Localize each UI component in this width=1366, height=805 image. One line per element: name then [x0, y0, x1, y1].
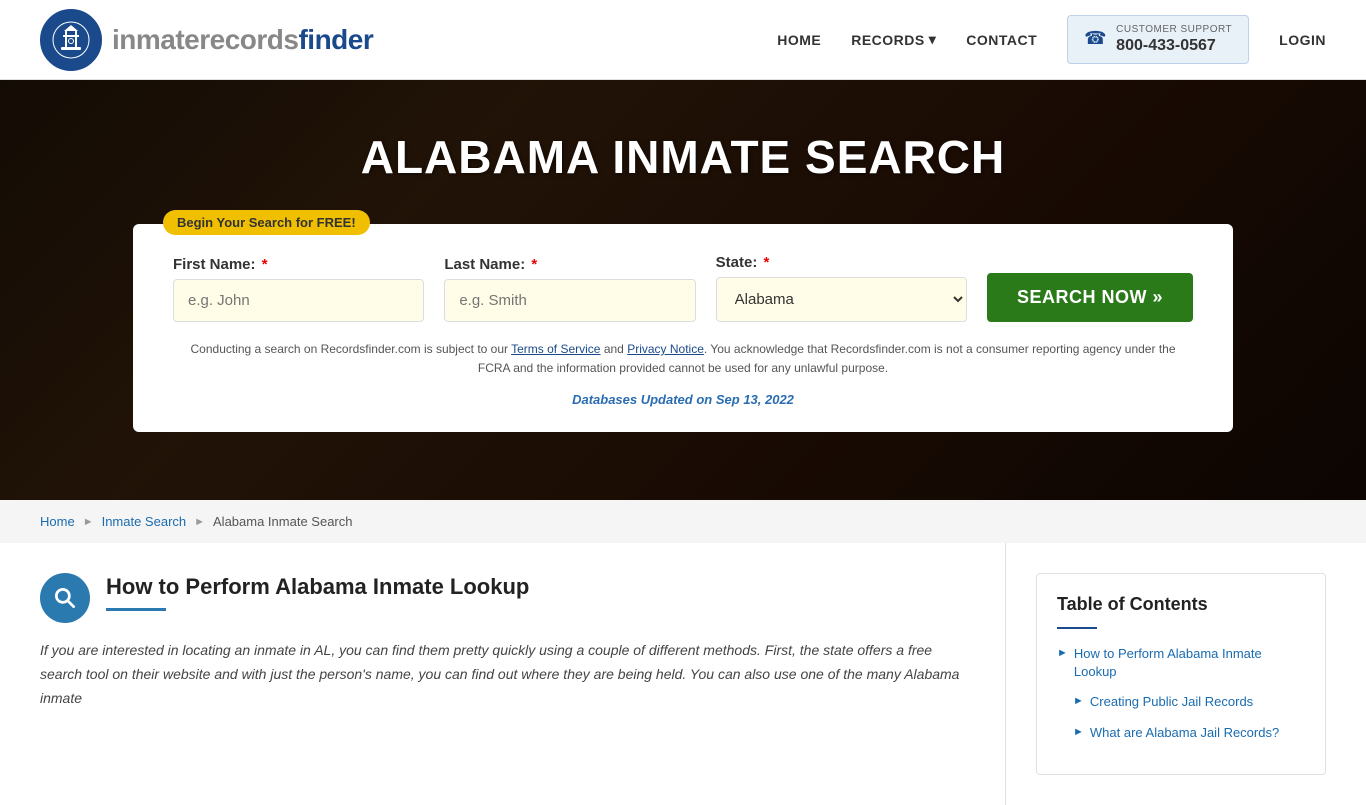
site-header: inmaterecordsfinder HOME RECORDS ▾ CONTA…	[0, 0, 1366, 80]
content-article: How to Perform Alabama Inmate Lookup If …	[40, 543, 1006, 805]
magnifier-icon	[52, 585, 78, 611]
logo-text: inmaterecordsfinder	[112, 24, 373, 56]
article-title-block: How to Perform Alabama Inmate Lookup	[106, 573, 529, 611]
first-name-label: First Name: *	[173, 256, 424, 273]
toc-arrow-1: ►	[1057, 647, 1068, 659]
article-header: How to Perform Alabama Inmate Lookup	[40, 573, 965, 623]
chevron-down-icon: ▾	[929, 31, 937, 48]
free-badge: Begin Your Search for FREE!	[163, 210, 370, 235]
nav-records[interactable]: RECORDS ▾	[851, 31, 936, 48]
toc-box: Table of Contents ► How to Perform Alaba…	[1036, 573, 1326, 775]
toc-divider	[1057, 627, 1097, 629]
breadcrumb-current: Alabama Inmate Search	[213, 514, 352, 529]
toc-link-3[interactable]: What are Alabama Jail Records?	[1090, 724, 1279, 742]
logo-icon	[40, 9, 102, 71]
nav-home[interactable]: HOME	[777, 32, 821, 48]
toc-item-3: ► What are Alabama Jail Records?	[1073, 724, 1305, 742]
toc-link-1[interactable]: How to Perform Alabama Inmate Lookup	[1074, 645, 1305, 681]
search-form-row: First Name: * Last Name: * State: * Alab	[173, 254, 1193, 322]
hero-title: ALABAMA INMATE SEARCH	[361, 130, 1006, 184]
support-label: CUSTOMER SUPPORT	[1116, 24, 1232, 36]
article-body: If you are interested in locating an inm…	[40, 639, 965, 710]
logo-link[interactable]: inmaterecordsfinder	[40, 9, 373, 71]
db-updated: Databases Updated on Sep 13, 2022	[173, 392, 1193, 407]
breadcrumb-sep-2: ►	[194, 516, 205, 528]
required-asterisk-2: *	[531, 256, 537, 273]
article-title: How to Perform Alabama Inmate Lookup	[106, 573, 529, 602]
toc-arrow-2: ►	[1073, 695, 1084, 707]
hero-section: ALABAMA INMATE SEARCH Begin Your Search …	[0, 80, 1366, 500]
search-now-button[interactable]: SEARCH NOW »	[987, 273, 1193, 322]
article-title-underline	[106, 608, 166, 611]
first-name-input[interactable]	[173, 279, 424, 322]
terms-of-service-link[interactable]: Terms of Service	[511, 342, 600, 356]
state-group: State: * Alabama	[716, 254, 967, 322]
toc-arrow-3: ►	[1073, 726, 1084, 738]
privacy-notice-link[interactable]: Privacy Notice	[627, 342, 704, 356]
main-nav: HOME RECORDS ▾ CONTACT ☎ CUSTOMER SUPPOR…	[777, 15, 1326, 64]
phone-icon: ☎	[1084, 28, 1108, 52]
breadcrumb-home[interactable]: Home	[40, 514, 75, 529]
nav-contact[interactable]: CONTACT	[966, 32, 1037, 48]
breadcrumb-inmate-search[interactable]: Inmate Search	[102, 514, 187, 529]
support-number: 800-433-0567	[1116, 36, 1232, 55]
disclaimer-text: Conducting a search on Recordsfinder.com…	[173, 340, 1193, 378]
toc-title: Table of Contents	[1057, 594, 1305, 615]
first-name-group: First Name: *	[173, 256, 424, 322]
breadcrumb-sep-1: ►	[83, 516, 94, 528]
last-name-group: Last Name: *	[444, 256, 695, 322]
required-asterisk-3: *	[764, 254, 770, 271]
state-label: State: *	[716, 254, 967, 271]
last-name-label: Last Name: *	[444, 256, 695, 273]
search-card: Begin Your Search for FREE! First Name: …	[133, 224, 1233, 432]
state-select[interactable]: Alabama	[716, 277, 967, 322]
required-asterisk: *	[262, 256, 268, 273]
toc-item-2: ► Creating Public Jail Records	[1073, 693, 1305, 711]
search-icon-circle	[40, 573, 90, 623]
customer-support-button[interactable]: ☎ CUSTOMER SUPPORT 800-433-0567	[1067, 15, 1249, 64]
last-name-input[interactable]	[444, 279, 695, 322]
breadcrumb: Home ► Inmate Search ► Alabama Inmate Se…	[0, 500, 1366, 543]
nav-login[interactable]: LOGIN	[1279, 32, 1326, 48]
toc-item-1: ► How to Perform Alabama Inmate Lookup	[1057, 645, 1305, 681]
toc-link-2[interactable]: Creating Public Jail Records	[1090, 693, 1253, 711]
main-content: How to Perform Alabama Inmate Lookup If …	[0, 543, 1366, 805]
table-of-contents: Table of Contents ► How to Perform Alaba…	[1006, 543, 1326, 805]
